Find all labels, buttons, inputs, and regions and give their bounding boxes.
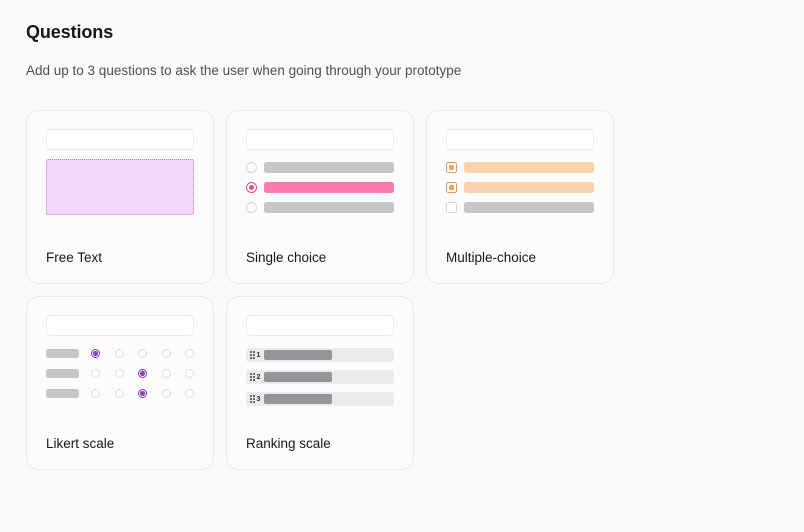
question-title-placeholder (246, 129, 394, 150)
likert-point-icon (91, 389, 100, 398)
questions-page: Questions Add up to 3 questions to ask t… (0, 0, 804, 532)
option-label-bar (464, 202, 594, 213)
ranking-row-bar (264, 350, 333, 360)
drag-handle-icon (250, 373, 255, 381)
option-label-bar-selected (464, 182, 594, 193)
radio-icon (246, 202, 257, 213)
ranking-row-handle[interactable]: 2 (246, 373, 263, 381)
option-row-selected (446, 162, 594, 173)
ranking-row-number: 3 (256, 395, 261, 403)
option-row (446, 202, 594, 213)
likert-point-icon (185, 369, 194, 378)
question-card-free-text[interactable]: Free Text (26, 110, 214, 284)
single-choice-preview (246, 129, 394, 239)
question-title-placeholder (446, 129, 594, 150)
question-card-multiple-choice[interactable]: Multiple-choice (426, 110, 614, 284)
likert-point-icon (138, 349, 147, 358)
likert-point-selected-icon (91, 349, 100, 358)
ranking-row[interactable]: 1 (246, 348, 394, 362)
question-card-label: Multiple-choice (446, 250, 537, 265)
checkbox-checked-icon (446, 182, 457, 193)
likert-point-icon (185, 389, 194, 398)
likert-scale-points (79, 349, 194, 358)
ranking-row[interactable]: 3 (246, 392, 394, 406)
option-row (246, 202, 394, 213)
question-card-label: Ranking scale (246, 436, 331, 451)
likert-point-icon (114, 349, 124, 358)
question-card-likert-scale[interactable]: Likert scale (26, 296, 214, 470)
likert-rows (46, 349, 194, 398)
ranking-scale-preview: 1 2 3 (246, 315, 394, 425)
radio-selected-icon (246, 182, 257, 193)
ranking-row[interactable]: 2 (246, 370, 394, 384)
question-card-single-choice[interactable]: Single choice (226, 110, 414, 284)
likert-scale-points (79, 389, 194, 398)
ranking-row-bar (264, 394, 333, 404)
likert-point-icon (114, 389, 124, 398)
likert-row-label-bar (46, 389, 79, 398)
multiple-choice-options (446, 162, 594, 213)
question-title-placeholder (246, 315, 394, 336)
likert-point-icon (114, 369, 124, 378)
ranking-row-number: 1 (256, 351, 261, 359)
ranking-row-bar (264, 372, 333, 382)
likert-scale-preview (46, 315, 194, 425)
option-row-selected (246, 182, 394, 193)
question-card-label: Free Text (46, 250, 103, 265)
question-card-ranking-scale[interactable]: 1 2 3 Ranking scale (226, 296, 414, 470)
ranking-row-handle[interactable]: 3 (246, 395, 263, 403)
likert-point-icon (91, 369, 100, 378)
likert-row-label-bar (46, 349, 79, 358)
likert-row (46, 389, 194, 398)
likert-point-icon (161, 369, 171, 378)
likert-scale-points (79, 369, 194, 378)
radio-icon (246, 162, 257, 173)
ranking-row-handle[interactable]: 1 (246, 351, 263, 359)
likert-point-icon (185, 349, 194, 358)
page-title: Questions (26, 22, 114, 42)
option-label-bar-selected (264, 182, 394, 193)
option-row (246, 162, 394, 173)
question-title-placeholder (46, 129, 194, 150)
likert-point-icon (161, 389, 171, 398)
drag-handle-icon (250, 351, 255, 359)
question-type-grid: Free Text Single choice Multiple-choice … (26, 80, 778, 470)
likert-point-icon (161, 349, 171, 358)
drag-handle-icon (250, 395, 255, 403)
likert-row (46, 369, 194, 378)
checkbox-checked-icon (446, 162, 457, 173)
likert-row-label-bar (46, 369, 79, 378)
question-title-placeholder (46, 315, 194, 336)
free-text-preview (46, 129, 194, 239)
question-card-label: Likert scale (46, 436, 115, 451)
ranking-rows: 1 2 3 (246, 348, 394, 406)
page-subtitle: Add up to 3 questions to ask the user wh… (26, 63, 462, 78)
option-label-bar-selected (464, 162, 594, 173)
ranking-row-number: 2 (256, 373, 261, 381)
multiple-choice-preview (446, 129, 594, 239)
question-card-label: Single choice (246, 250, 327, 265)
free-text-answer-area (46, 159, 194, 215)
option-label-bar (264, 202, 394, 213)
option-label-bar (264, 162, 394, 173)
likert-point-selected-icon (138, 369, 147, 378)
likert-row (46, 349, 194, 358)
checkbox-icon (446, 202, 457, 213)
single-choice-options (246, 162, 394, 213)
likert-point-selected-icon (138, 389, 147, 398)
option-row-selected (446, 182, 594, 193)
